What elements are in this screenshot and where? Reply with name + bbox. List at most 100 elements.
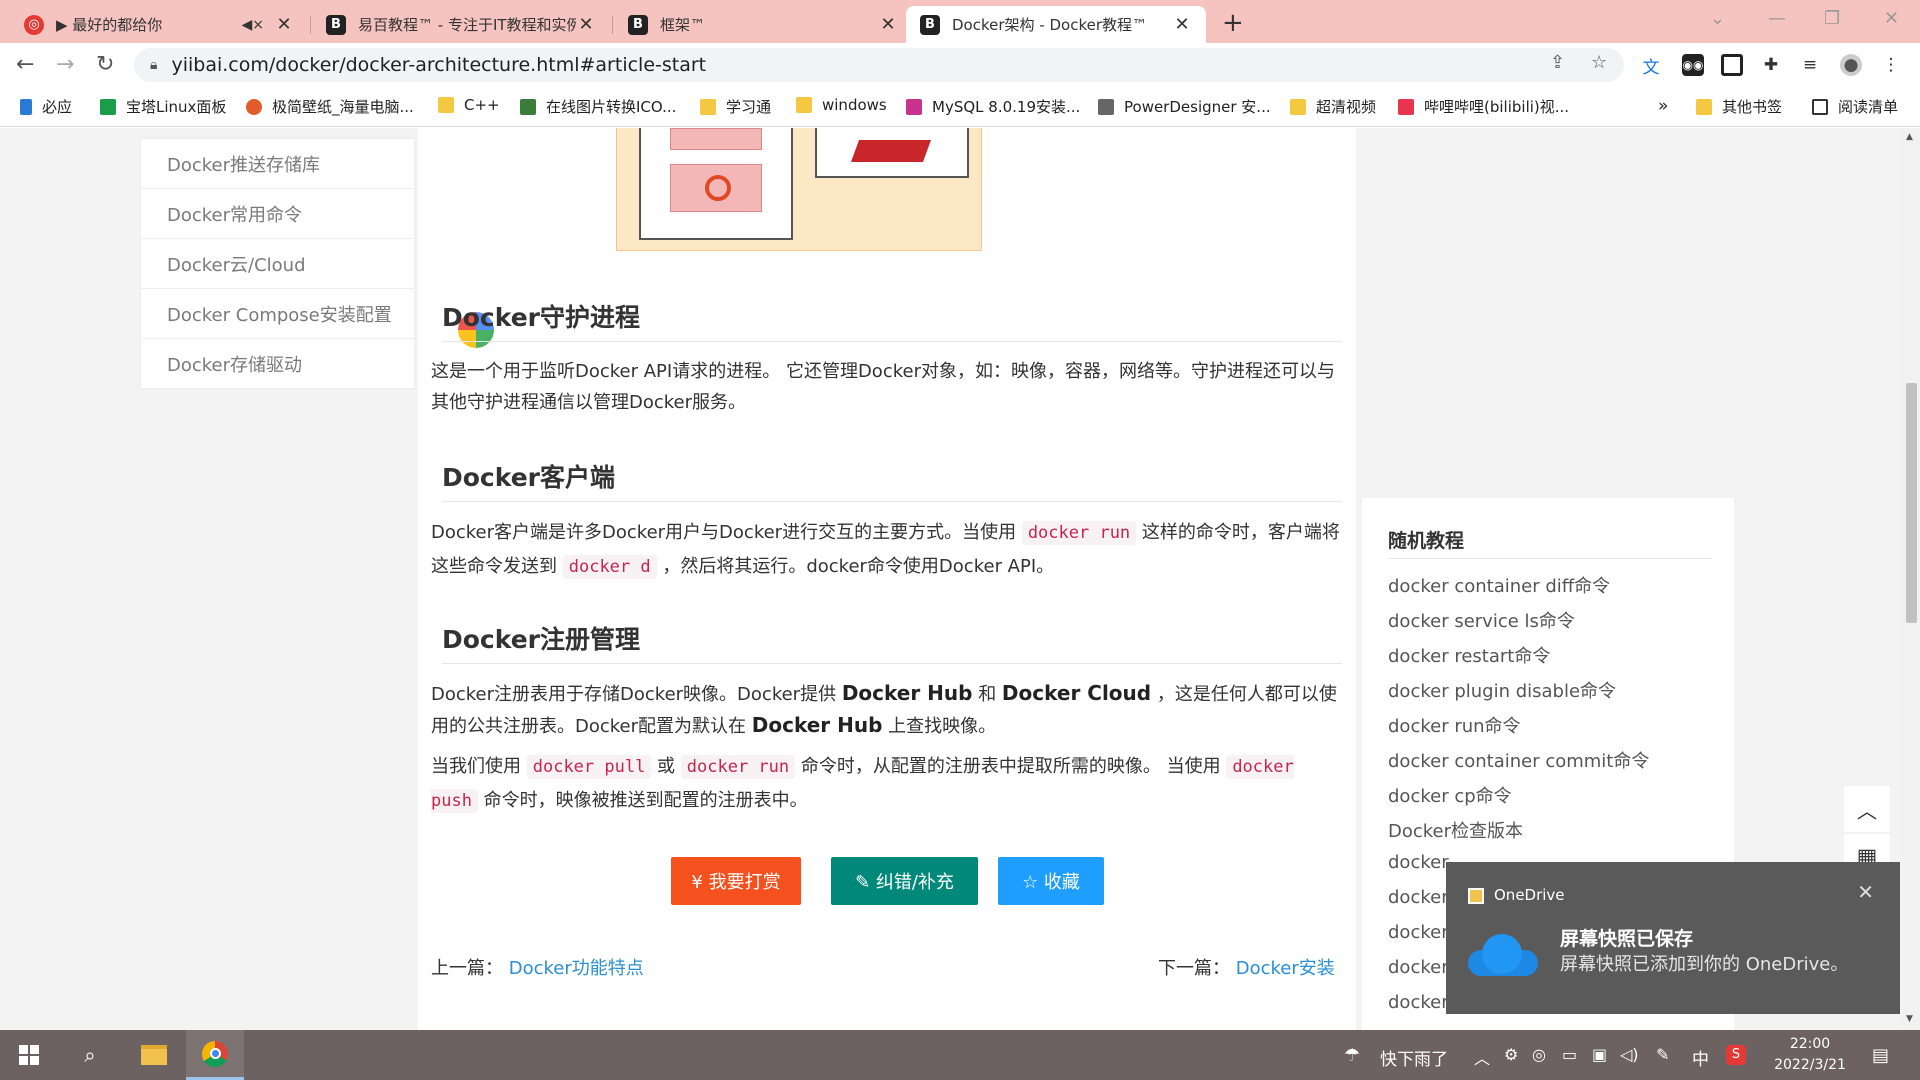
bookmark-powerdesigner[interactable]: PowerDesigner 安... (1098, 96, 1271, 117)
speaker-muted-icon[interactable]: ◀× (242, 17, 265, 33)
tab-search-icon[interactable]: ⌄ (1710, 8, 1725, 29)
scroll-thumb[interactable] (1906, 383, 1917, 623)
bookmark-bilibili[interactable]: 哔哩哔哩(bilibili)视... (1398, 96, 1569, 117)
weather-icon[interactable]: ☂ (1344, 1045, 1360, 1066)
close-icon[interactable]: ✕ (274, 14, 294, 35)
bookmark-windows[interactable]: windows (796, 96, 887, 114)
folder-icon (1290, 98, 1306, 115)
sidebar-item[interactable]: Docker存储驱动 (141, 339, 414, 389)
bookmark-other[interactable]: 其他书签 (1696, 96, 1782, 117)
random-tutorial-link[interactable]: docker service ls命令 (1388, 607, 1575, 633)
text: 上查找映像。 (882, 716, 997, 737)
sidebar-item[interactable]: Docker Compose安装配置 (141, 289, 414, 339)
bookmark-xuexitong[interactable]: 学习通 (700, 96, 771, 117)
menu-dots-icon[interactable]: ⋮ (1880, 54, 1902, 76)
correction-button[interactable]: ✎ 纠错/补充 (831, 857, 978, 905)
random-tutorial-link[interactable]: docker (1388, 957, 1449, 978)
bookmark-wallpaper[interactable]: 极简壁纸_海量电脑... (246, 96, 414, 117)
url-text[interactable]: yiibai.com/docker/docker-architecture.ht… (171, 54, 706, 76)
random-tutorial-link[interactable]: docker restart命令 (1388, 642, 1550, 668)
window-close-icon[interactable]: ✕ (1884, 8, 1899, 29)
tray-app-icon[interactable]: ◎ (1532, 1045, 1546, 1064)
tray-overflow-icon[interactable]: ︿ (1474, 1045, 1490, 1069)
reward-button[interactable]: ¥ 我要打赏 (671, 857, 801, 905)
ime-indicator[interactable]: 中 (1692, 1045, 1709, 1070)
forward-icon[interactable]: → (56, 52, 74, 77)
sidebar-item[interactable]: Docker推送存储库 (141, 139, 414, 189)
notification-center-icon[interactable]: ▤ (1872, 1045, 1889, 1066)
bookmarks-overflow-chevron[interactable]: » (1658, 96, 1668, 116)
chrome-taskbar-icon[interactable] (186, 1030, 244, 1080)
weather-text[interactable]: 快下雨了 (1380, 1045, 1448, 1070)
random-tutorial-link[interactable]: docker (1388, 852, 1449, 873)
bookmark-bing[interactable]: 必应 (20, 96, 72, 117)
back-icon[interactable]: ← (16, 52, 34, 77)
reload-icon[interactable]: ↻ (96, 52, 114, 77)
network-icon[interactable]: ▣ (1592, 1045, 1607, 1064)
yiibai-logo-icon: B (628, 14, 648, 35)
bookmark-ico-converter[interactable]: 在线图片转换ICO... (520, 96, 676, 117)
random-tutorial-link[interactable]: docker (1388, 887, 1449, 908)
tab-docker-architecture[interactable]: B Docker架构 - Docker教程™ ✕ (906, 6, 1206, 43)
sidebar-item[interactable]: Docker常用命令 (141, 189, 414, 239)
scroll-up-arrow-icon[interactable]: ▲ (1906, 132, 1913, 142)
tab-title: Docker架构 - Docker教程™ (952, 16, 1147, 34)
file-explorer-icon[interactable] (126, 1030, 182, 1080)
clock[interactable]: 22:00 2022/3/21 (1760, 1034, 1860, 1076)
bookmark-baota[interactable]: 宝塔Linux面板 (100, 96, 226, 117)
random-tutorial-link[interactable]: docker container diff命令 (1388, 572, 1610, 598)
prev-article-link[interactable]: Docker功能特点 (509, 958, 644, 979)
translate-icon[interactable]: 文 (1640, 54, 1662, 78)
scroll-down-arrow-icon[interactable]: ▼ (1906, 1014, 1913, 1024)
profile-avatar-icon[interactable]: ● (1840, 54, 1862, 76)
close-icon[interactable]: ✕ (878, 14, 898, 35)
random-tutorial-link[interactable]: docker cp命令 (1388, 782, 1512, 808)
battery-icon[interactable]: ▭ (1562, 1045, 1577, 1064)
tray-app-icon[interactable]: ⚙ (1504, 1045, 1518, 1064)
back-to-top-icon[interactable]: ︿ (1844, 786, 1890, 832)
extension-icon[interactable]: ◉◉ (1682, 54, 1704, 76)
inline-code: docker run (1021, 521, 1137, 545)
random-tutorial-link[interactable]: docker run命令 (1388, 712, 1521, 738)
random-tutorial-link[interactable]: docker (1388, 922, 1449, 943)
page-scrollbar[interactable]: ▲ ▼ (1902, 128, 1920, 1030)
reading-list[interactable]: 阅读清单 (1812, 96, 1898, 117)
tab-framework[interactable]: B 框架™ ✕ (614, 6, 912, 43)
text: Docker客户端是许多Docker用户与Docker进行交互的主要方式。当使用 (431, 522, 1022, 543)
bookmark-star-icon[interactable]: ☆ (1591, 52, 1607, 73)
section-heading: Docker守护进程 (442, 303, 640, 332)
sidebar-item[interactable]: Docker云/Cloud (141, 239, 414, 289)
volume-icon[interactable]: ◁) (1620, 1045, 1639, 1064)
random-tutorial-link[interactable]: docker plugin disable命令 (1388, 677, 1616, 703)
bookmark-cpp[interactable]: C++ (438, 96, 500, 114)
bookmark-videos[interactable]: 超清视频 (1290, 96, 1376, 117)
random-tutorial-link[interactable]: docker container commit命令 (1388, 747, 1649, 773)
search-icon[interactable]: ⌕ (62, 1030, 118, 1080)
close-icon[interactable]: ✕ (576, 14, 596, 35)
media-queue-icon[interactable]: ≡ (1799, 54, 1821, 76)
extensions-puzzle-icon[interactable]: ✚ (1760, 54, 1782, 76)
next-article: 下一篇： Docker安装 (1158, 954, 1335, 980)
minimize-icon[interactable]: — (1768, 8, 1786, 29)
tab-yiibai-home[interactable]: B 易百教程™ - 专注于IT教程和实例 ✕ (312, 6, 610, 43)
onedrive-notification[interactable]: OneDrive ✕ 屏幕快照已保存 屏幕快照已添加到你的 OneDrive。 (1446, 862, 1900, 1014)
address-bar[interactable]: 🔒︎ yiibai.com/docker/docker-architecture… (134, 48, 1624, 82)
pen-icon[interactable]: ✎ (1656, 1045, 1669, 1064)
close-icon[interactable]: ✕ (1857, 880, 1874, 904)
bookmark-mysql[interactable]: MySQL 8.0.19安装... (906, 96, 1080, 117)
close-icon[interactable]: ✕ (1172, 14, 1192, 35)
folder-icon (438, 97, 454, 113)
tab-music[interactable]: ◎ ▶ 最好的都给你 ◀× ✕ (10, 6, 308, 43)
favorite-button[interactable]: ☆ 收藏 (998, 857, 1104, 905)
lock-icon[interactable]: 🔒︎ (150, 57, 157, 73)
next-article-link[interactable]: Docker安装 (1236, 958, 1335, 979)
extension-square-icon[interactable] (1721, 54, 1743, 76)
start-windows-icon[interactable] (0, 1030, 58, 1080)
random-tutorial-link[interactable]: docker (1388, 992, 1449, 1013)
share-icon[interactable]: ⇪ (1550, 52, 1565, 73)
new-tab-icon[interactable]: + (1222, 8, 1244, 38)
yiibai-logo-icon: B (920, 14, 940, 35)
random-tutorial-link[interactable]: Docker检查版本 (1388, 817, 1523, 843)
sogou-ime-icon[interactable]: S (1726, 1045, 1746, 1065)
restore-icon[interactable]: ❐ (1824, 8, 1840, 29)
